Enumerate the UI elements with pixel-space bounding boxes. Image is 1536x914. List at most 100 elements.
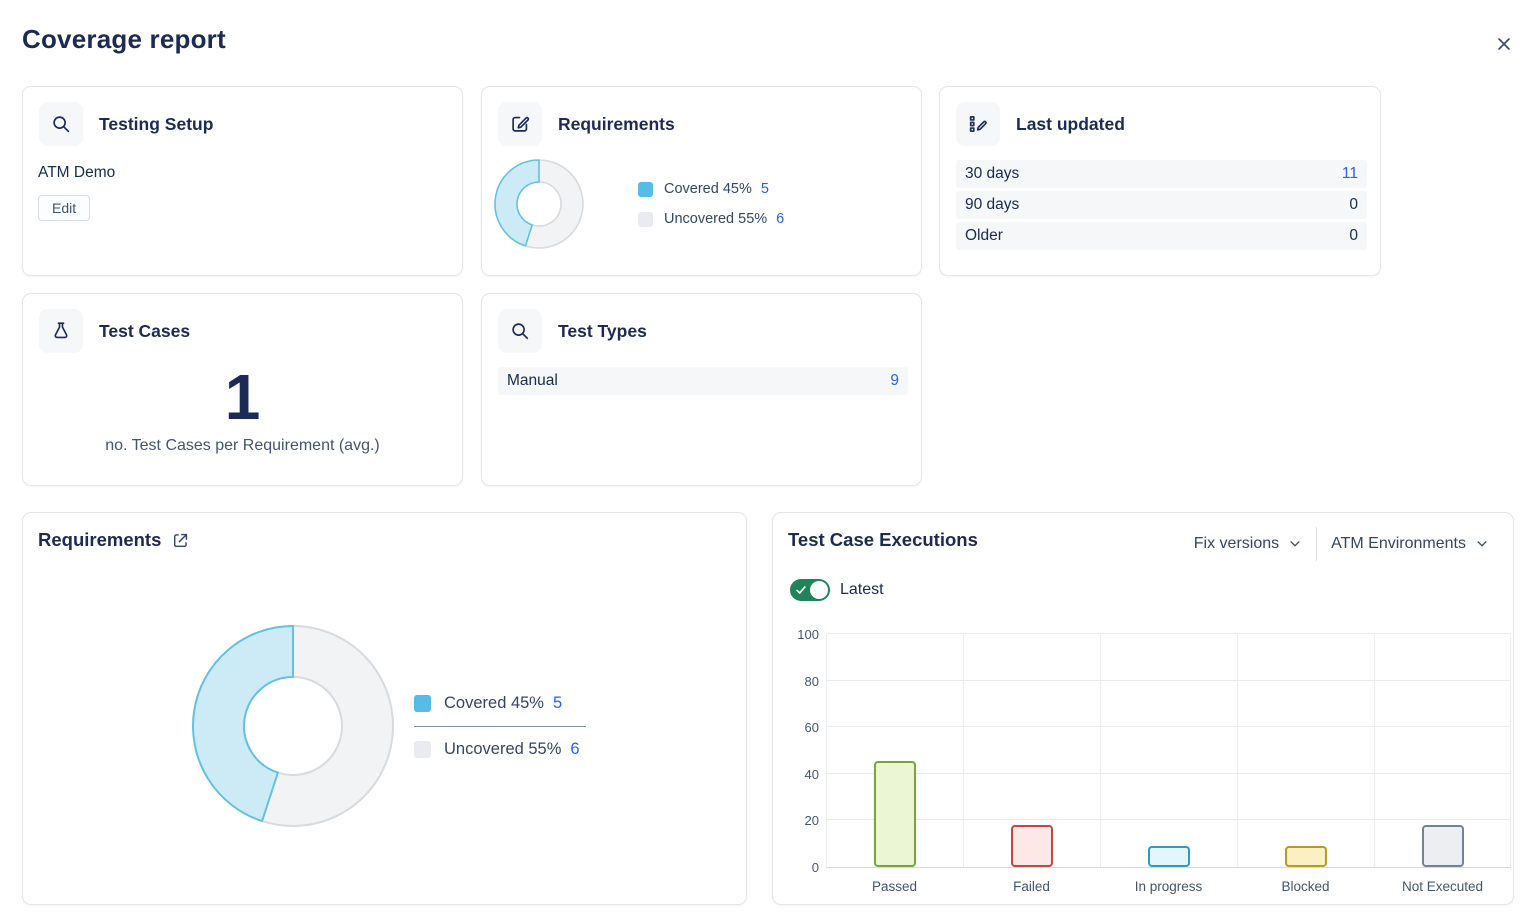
legend-item-covered: Covered 45% 5 xyxy=(414,694,586,713)
covered-count-link[interactable]: 5 xyxy=(761,181,769,197)
requirements-donut-small xyxy=(492,157,586,251)
last-updated-header: Last updated xyxy=(940,87,1380,161)
stat-row-older: Older 0 xyxy=(956,222,1367,250)
project-name: ATM Demo xyxy=(38,164,115,182)
legend-divider xyxy=(414,726,586,727)
list-edit-icon xyxy=(956,102,1000,146)
legend-item-covered: Covered 45% 5 xyxy=(638,181,784,197)
gridline-x-2 xyxy=(1100,634,1101,867)
gridline-y-80 xyxy=(826,680,1511,681)
gridline-x-0 xyxy=(826,634,827,867)
test-cases-caption: no. Test Cases per Requirement (avg.) xyxy=(23,437,462,455)
test-types-rows: Manual 9 xyxy=(498,367,908,398)
legend-item-uncovered: Uncovered 55% 6 xyxy=(638,211,784,227)
test-cases-title: Test Cases xyxy=(99,321,190,342)
ytick-label-0: 0 xyxy=(781,860,819,875)
covered-swatch xyxy=(638,182,653,197)
requirements-legend-large: Covered 45% 5 Uncovered 55% 6 xyxy=(414,685,586,768)
stat-value: 0 xyxy=(1349,196,1358,214)
page-title: Coverage report xyxy=(22,24,226,55)
last-updated-rows: 30 days 11 90 days 0 Older 0 xyxy=(956,160,1367,253)
edit-square-icon xyxy=(498,102,542,146)
xlabel-in-progress: In progress xyxy=(1100,879,1237,894)
xlabel-not-executed: Not Executed xyxy=(1374,879,1511,894)
requirements-card-title: Requirements xyxy=(558,114,675,135)
chevron-down-icon xyxy=(1288,537,1302,551)
check-icon xyxy=(795,584,807,596)
uncovered-swatch xyxy=(414,741,431,758)
flask-icon xyxy=(39,309,83,353)
ytick-label-40: 40 xyxy=(781,767,819,782)
latest-toggle-label: Latest xyxy=(840,581,884,599)
atm-environments-dropdown[interactable]: ATM Environments xyxy=(1317,527,1503,561)
stat-label: Manual xyxy=(507,372,558,390)
ytick-label-60: 60 xyxy=(781,720,819,735)
gridline-y-100 xyxy=(826,633,1511,634)
xlabel-blocked: Blocked xyxy=(1237,879,1374,894)
search-icon xyxy=(39,102,83,146)
testing-setup-title: Testing Setup xyxy=(99,114,213,135)
executions-panel-title: Test Case Executions xyxy=(788,529,978,551)
test-cases-card: Test Cases 1 no. Test Cases per Requirem… xyxy=(22,293,463,486)
covered-label: Covered 45% xyxy=(444,694,544,713)
covered-label: Covered 45% xyxy=(664,181,752,197)
gridline-y-60 xyxy=(826,726,1511,727)
legend-item-uncovered: Uncovered 55% 6 xyxy=(414,740,586,759)
test-case-executions-panel: Test Case Executions Fix versions ATM En… xyxy=(772,512,1514,905)
stat-row-30-days: 30 days 11 xyxy=(956,160,1367,188)
test-cases-header: Test Cases xyxy=(23,294,462,368)
covered-count-link[interactable]: 5 xyxy=(553,694,562,713)
external-link-icon[interactable] xyxy=(171,531,190,550)
requirements-panel-title: Requirements xyxy=(38,529,161,551)
stat-row-90-days: 90 days 0 xyxy=(956,191,1367,219)
xlabel-failed: Failed xyxy=(963,879,1100,894)
stat-row-manual: Manual 9 xyxy=(498,367,908,395)
latest-toggle[interactable] xyxy=(790,579,830,601)
bar-not-executed xyxy=(1422,825,1464,867)
uncovered-count-link[interactable]: 6 xyxy=(570,740,579,759)
stat-label: 90 days xyxy=(965,196,1019,214)
gridline-x-5 xyxy=(1510,634,1511,867)
gridline-x-3 xyxy=(1237,634,1238,867)
toggle-knob xyxy=(810,581,828,599)
stat-label: 30 days xyxy=(965,165,1019,183)
executions-yaxis: 020406080100 xyxy=(781,634,819,867)
requirements-card: Requirements Covered 45% 5 Uncovered 55%… xyxy=(481,86,922,276)
uncovered-count-link[interactable]: 6 xyxy=(776,211,784,227)
gridline-y-20 xyxy=(826,819,1511,820)
requirements-card-header: Requirements xyxy=(482,87,921,161)
uncovered-label: Uncovered 55% xyxy=(444,740,561,759)
ytick-label-20: 20 xyxy=(781,813,819,828)
gridline-y-0 xyxy=(826,867,1511,868)
close-icon xyxy=(1495,35,1513,53)
bar-passed xyxy=(874,761,916,867)
edit-button[interactable]: Edit xyxy=(38,195,90,221)
executions-plot xyxy=(826,634,1511,867)
gridline-y-40 xyxy=(826,773,1511,774)
requirements-legend-small: Covered 45% 5 Uncovered 55% 6 xyxy=(638,174,784,234)
executions-filters: Fix versions ATM Environments xyxy=(1180,527,1503,561)
test-types-header: Test Types xyxy=(482,294,921,368)
bar-blocked xyxy=(1285,846,1327,867)
test-types-title: Test Types xyxy=(558,321,647,342)
test-types-card: Test Types Manual 9 xyxy=(481,293,922,486)
bar-failed xyxy=(1011,825,1053,867)
uncovered-swatch xyxy=(638,212,653,227)
atm-environments-label: ATM Environments xyxy=(1331,535,1466,553)
stat-value-link[interactable]: 9 xyxy=(890,372,899,390)
chevron-down-icon xyxy=(1475,537,1489,551)
requirements-panel: Requirements Covered 45% 5 Uncovered 55%… xyxy=(22,512,747,905)
stat-value-link[interactable]: 11 xyxy=(1342,165,1358,183)
fix-versions-label: Fix versions xyxy=(1194,535,1279,553)
xlabel-passed: Passed xyxy=(826,879,963,894)
ytick-label-100: 100 xyxy=(781,627,819,642)
test-cases-per-requirement-value: 1 xyxy=(23,360,462,434)
testing-setup-card: Testing Setup ATM Demo Edit xyxy=(22,86,463,276)
last-updated-title: Last updated xyxy=(1016,114,1125,135)
fix-versions-dropdown[interactable]: Fix versions xyxy=(1180,527,1316,561)
last-updated-card: Last updated 30 days 11 90 days 0 Older … xyxy=(939,86,1381,276)
requirements-card-body: Covered 45% 5 Uncovered 55% 6 xyxy=(492,157,784,251)
latest-toggle-row: Latest xyxy=(790,579,884,601)
close-button[interactable] xyxy=(1490,30,1518,58)
bar-in-progress xyxy=(1148,846,1190,867)
